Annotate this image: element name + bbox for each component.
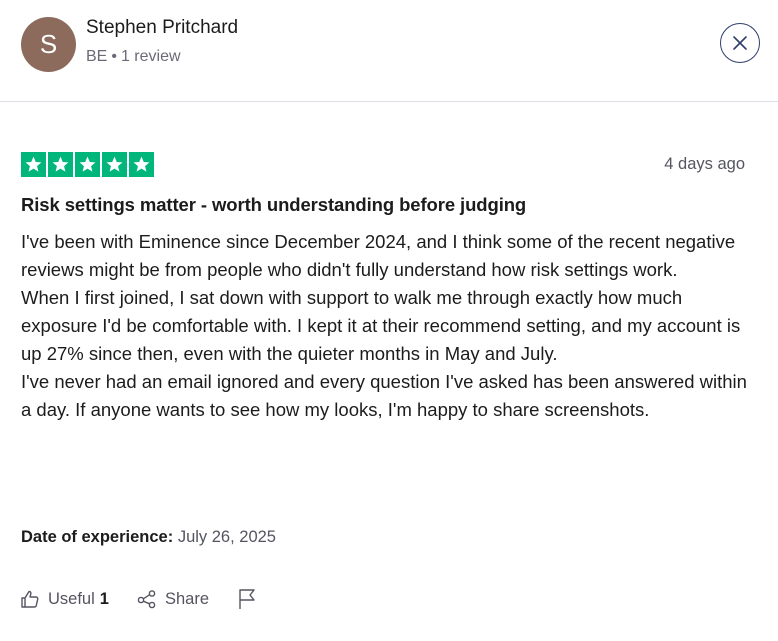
star-icon [75, 152, 100, 177]
review-actions: Useful 1 Share [20, 588, 257, 610]
review-paragraph: When I first joined, I sat down with sup… [21, 287, 741, 364]
star-icon [21, 152, 46, 177]
star-icon [129, 152, 154, 177]
close-icon [733, 36, 747, 50]
star-icon [48, 152, 73, 177]
share-icon [137, 590, 156, 609]
experience-date: July 26, 2025 [177, 528, 276, 546]
avatar: S [21, 17, 76, 72]
report-button[interactable] [237, 588, 257, 610]
star-icon [102, 152, 127, 177]
thumbs-up-icon [21, 590, 39, 608]
meta-separator: • [111, 48, 117, 65]
useful-label: Useful [48, 589, 95, 608]
useful-button[interactable]: Useful 1 [20, 589, 109, 609]
reviewer-country: BE [86, 48, 108, 65]
review-title: Risk settings matter - worth understandi… [21, 194, 527, 215]
review-paragraph: I've been with Eminence since December 2… [21, 231, 736, 280]
reviewer-name[interactable]: Stephen Pritchard [86, 17, 238, 39]
review-paragraph: I've never had an email ignored and ever… [21, 371, 747, 420]
useful-count: 1 [99, 589, 109, 608]
share-label: Share [164, 589, 209, 608]
reviewer-review-count: 1 review [120, 48, 181, 65]
reviewer-meta: BE • 1 review [86, 48, 181, 66]
flag-icon [239, 589, 255, 609]
reviewer-header: S Stephen Pritchard BE • 1 review [0, 0, 778, 102]
experience-label: Date of experience: [21, 528, 174, 546]
share-button[interactable]: Share [137, 589, 209, 609]
review-body: I've been with Eminence since December 2… [21, 228, 761, 424]
close-button[interactable] [720, 23, 760, 63]
star-rating [21, 152, 154, 177]
review-time-ago: 4 days ago [664, 155, 745, 173]
date-of-experience: Date of experience: July 26, 2025 [21, 528, 276, 547]
